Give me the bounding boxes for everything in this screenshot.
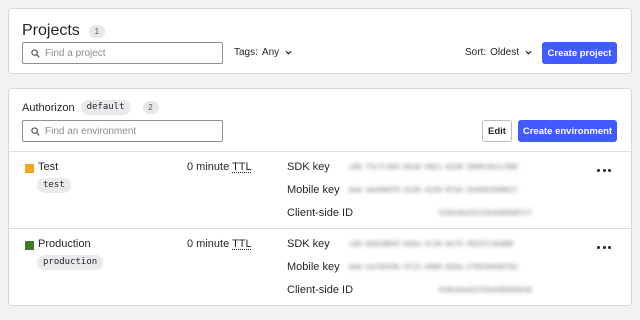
tags-filter-dropdown[interactable]: Tags: Any xyxy=(234,47,292,58)
client-side-id-label: Client-side ID xyxy=(287,284,353,296)
sdk-key-value[interactable]: sdk-6e620043-0eba-4c36-be75-95227c9e800 xyxy=(349,240,579,248)
environment-count-badge: 2 xyxy=(142,101,159,114)
environment-row: Test test 0 minute TTL SDK key sdk-75c7c… xyxy=(9,152,631,228)
sdk-key-value[interactable]: sdk-75c7c3b5-85a6-49e1-b520-2b89c6e1c500 xyxy=(349,163,579,171)
ttl-unit: TTL xyxy=(232,161,252,173)
environment-name: Test xyxy=(38,161,59,173)
ttl-unit: TTL xyxy=(232,238,252,250)
more-dot-icon xyxy=(602,168,606,172)
sort-value: Oldest xyxy=(490,47,520,58)
project-title-group: Authorizon default 2 xyxy=(22,100,159,115)
project-environments-card: Authorizon default 2 Edit Create environ… xyxy=(8,88,632,306)
environment-ttl: 0 minute TTL xyxy=(187,161,252,173)
client-side-id-value[interactable]: 6181eba32155e4d05b0018 xyxy=(439,286,579,294)
mobile-key-label: Mobile key xyxy=(287,184,340,196)
project-name: Authorizon xyxy=(22,101,75,114)
environment-row: Production production 0 minute TTL SDK k… xyxy=(9,229,631,305)
more-dot-icon xyxy=(608,245,611,249)
environment-color-swatch xyxy=(25,164,34,173)
client-side-id-value[interactable]: 6181eba32155e4d05b0f17 xyxy=(439,209,579,217)
mobile-key-label: Mobile key xyxy=(287,261,340,273)
environment-name: Production xyxy=(38,238,91,250)
environment-key-badge: production xyxy=(37,255,104,270)
more-options-button[interactable] xyxy=(597,166,611,174)
more-dot-icon xyxy=(608,168,611,172)
project-search-box[interactable] xyxy=(22,42,223,64)
tags-filter-label: Tags: xyxy=(234,47,258,58)
projects-title-group: Projects 1 xyxy=(22,22,105,40)
more-options-button[interactable] xyxy=(597,243,611,251)
sdk-key-label: SDK key xyxy=(287,238,330,250)
sdk-key-label: SDK key xyxy=(287,161,330,173)
more-dot-icon xyxy=(597,245,600,249)
project-key-badge: default xyxy=(80,100,131,115)
ttl-value: 0 minute xyxy=(187,161,230,173)
projects-count-badge: 1 xyxy=(88,24,105,38)
environment-search-box[interactable] xyxy=(22,120,223,142)
environment-search-input[interactable] xyxy=(45,125,222,137)
more-dot-icon xyxy=(602,245,606,249)
search-icon xyxy=(31,48,40,58)
mobile-key-value[interactable]: mob-abe0b0f6-d130-4230-87eb-5e02819d9b1f xyxy=(349,186,579,194)
mobile-key-value[interactable]: mob-ea7d543b-4713-4900-83da-e78239eb67be xyxy=(349,263,579,271)
project-search-input[interactable] xyxy=(45,47,222,59)
environment-ttl: 0 minute TTL xyxy=(187,238,252,250)
client-side-id-label: Client-side ID xyxy=(287,207,353,219)
create-project-button[interactable]: Create project xyxy=(542,42,617,64)
environment-key-badge: test xyxy=(37,178,71,193)
create-environment-button[interactable]: Create environment xyxy=(518,120,617,142)
chevron-down-icon xyxy=(525,50,532,55)
projects-header-card: Projects 1 Tags: Any Sort: Oldest Create… xyxy=(8,8,632,74)
environment-color-swatch xyxy=(25,241,34,250)
page-title: Projects xyxy=(22,22,80,39)
sort-dropdown[interactable]: Sort: Oldest xyxy=(465,47,532,58)
search-icon xyxy=(31,126,40,136)
chevron-down-icon xyxy=(285,50,292,55)
sort-label: Sort: xyxy=(465,47,487,58)
edit-project-button[interactable]: Edit xyxy=(482,120,512,142)
more-dot-icon xyxy=(597,168,600,172)
tags-filter-value: Any xyxy=(261,47,280,58)
ttl-value: 0 minute xyxy=(187,238,230,250)
